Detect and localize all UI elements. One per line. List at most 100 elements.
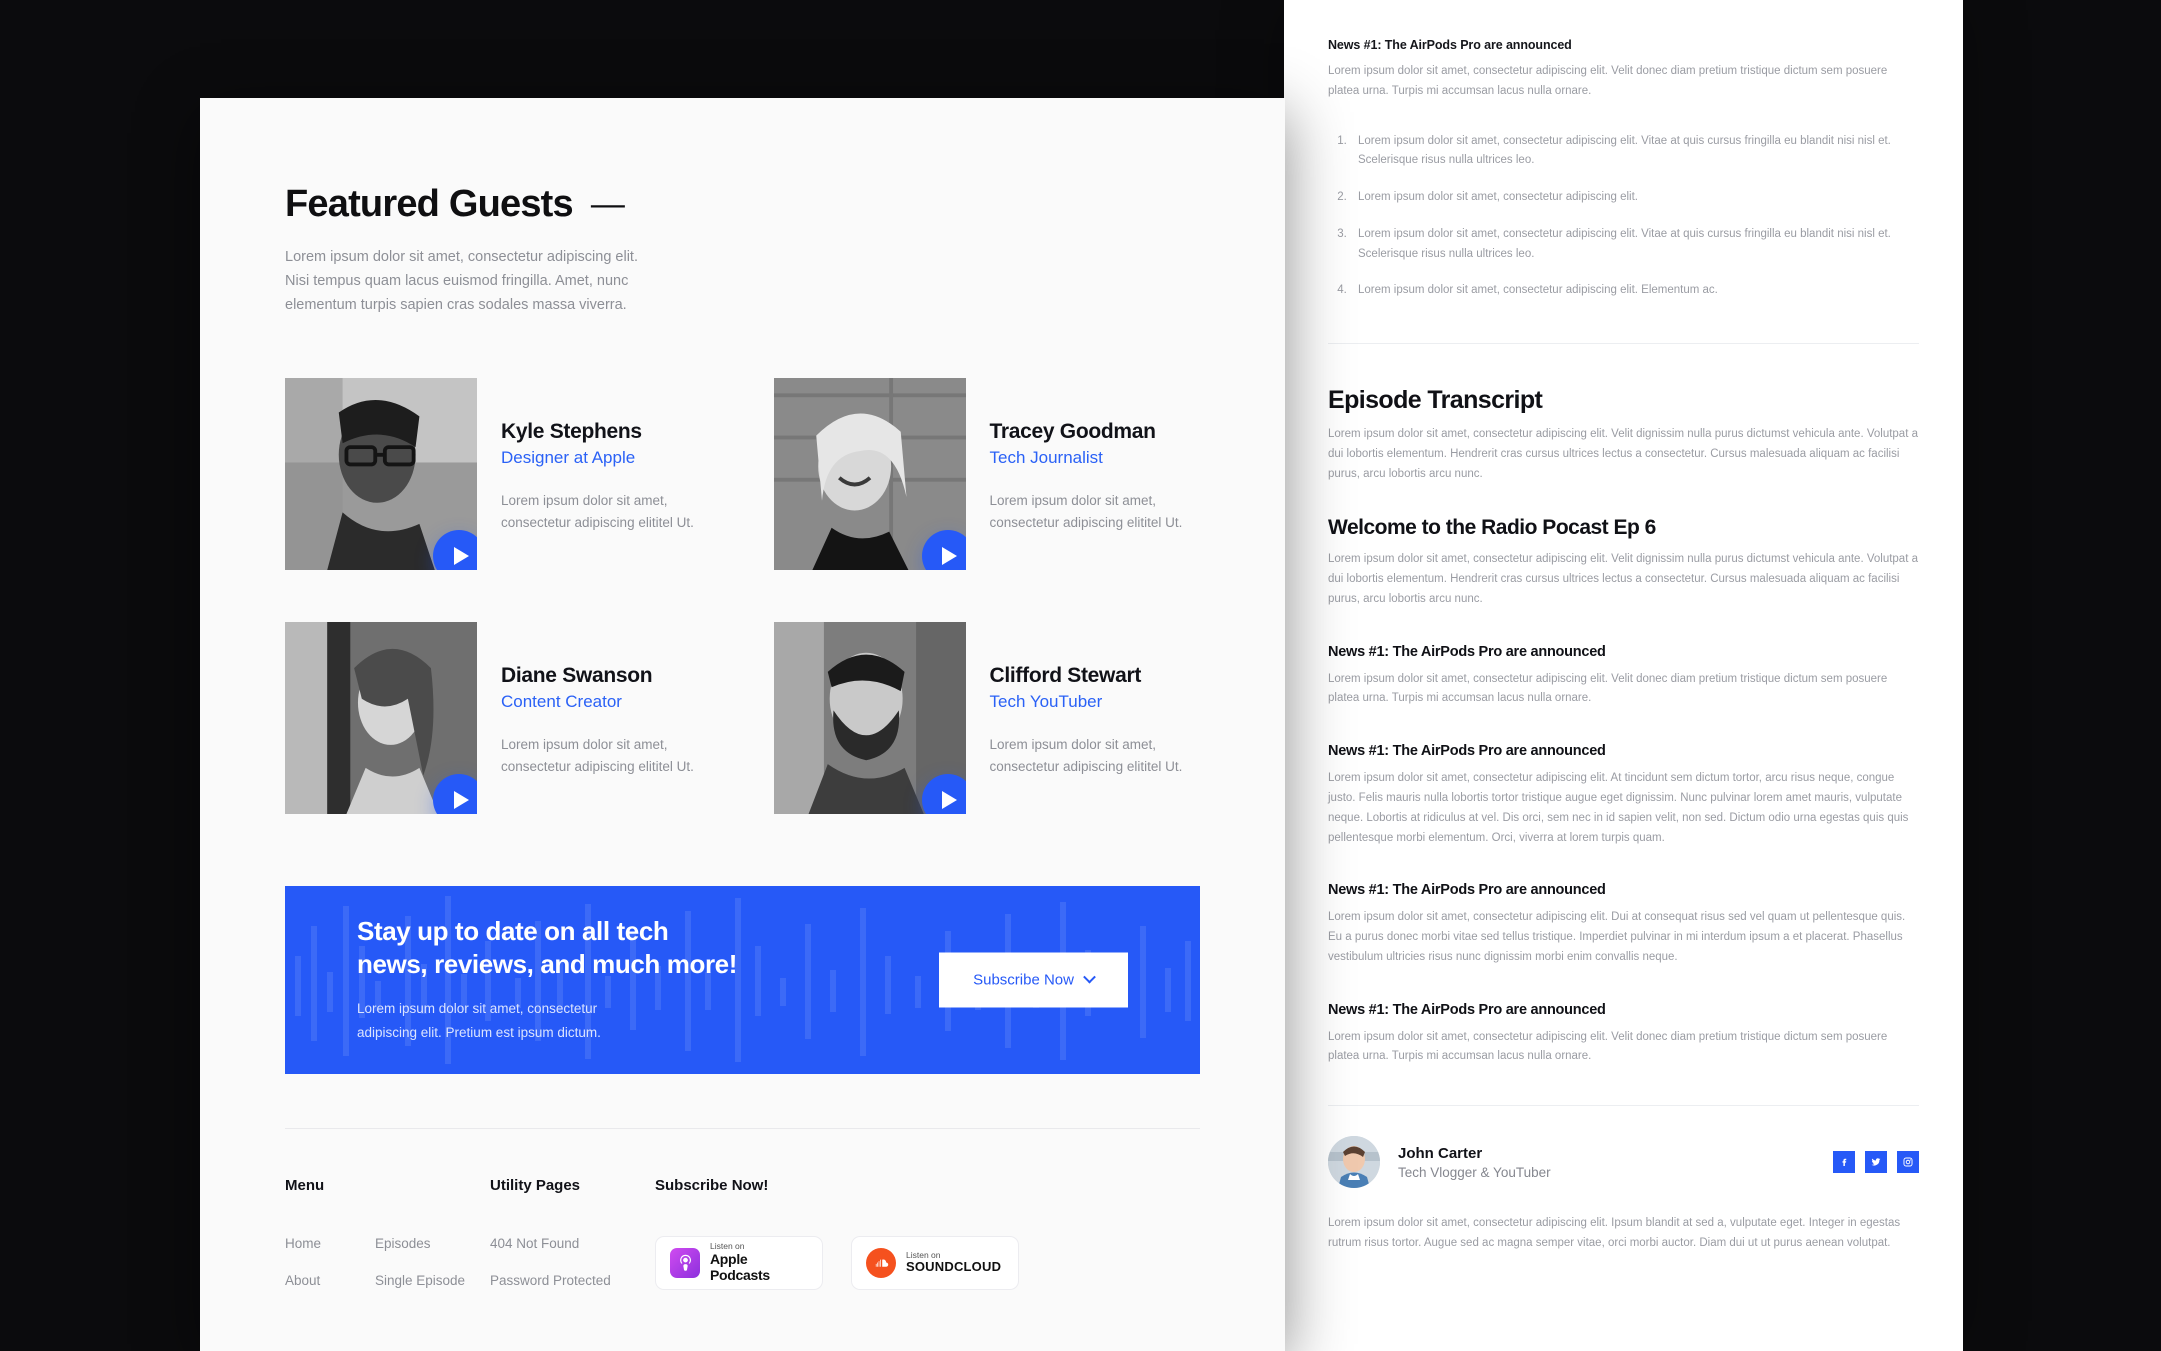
cta-title-line1: Stay up to date on all tech <box>357 915 669 946</box>
guest-name: Diane Swanson <box>501 663 653 687</box>
footer-column-subscribe: Subscribe Now! Listen on Apple Podcasts … <box>655 1177 1200 1290</box>
author-bio: Lorem ipsum dolor sit amet, consectetur … <box>1328 1217 1901 1249</box>
author-text: John Carter Tech Vlogger & YouTuber <box>1398 1145 1551 1180</box>
author-block: John Carter Tech Vlogger & YouTuber <box>1328 1136 1919 1189</box>
episode-transcript-panel: News #1: The AirPods Pro are announced L… <box>1284 0 1963 1351</box>
guest-card[interactable]: Tracey Goodman Tech Journalist Lorem ips… <box>773 377 1201 570</box>
dark-top-band <box>0 0 1066 110</box>
side-ordered-list: Lorem ipsum dolor sit amet, consectetur … <box>1328 132 1919 302</box>
guest-description: Lorem ipsum dolor sit amet, consectetur … <box>501 736 694 774</box>
footer-link-episodes[interactable]: Episodes <box>375 1236 465 1251</box>
welcome-body: Lorem ipsum dolor sit amet, consectetur … <box>1328 553 1918 605</box>
news4-body: Lorem ipsum dolor sit amet, consectetur … <box>1328 1030 1888 1063</box>
guest-card[interactable]: Kyle Stephens Designer at Apple Lorem ip… <box>285 377 712 570</box>
welcome-heading: Welcome to the Radio Pocast Ep 6 <box>1328 516 1656 540</box>
guest-card[interactable]: Diane Swanson Content Creator Lorem ipsu… <box>285 621 712 814</box>
episode-transcript-body: Lorem ipsum dolor sit amet, consectetur … <box>1328 428 1918 480</box>
instagram-icon[interactable] <box>1897 1151 1919 1174</box>
guest-photo <box>285 377 477 570</box>
play-icon <box>453 546 469 565</box>
guest-description: Lorem ipsum dolor sit amet, consectetur … <box>989 736 1183 774</box>
side-news-top-body: Lorem ipsum dolor sit amet, consectetur … <box>1328 65 1888 97</box>
news1-heading: News #1: The AirPods Pro are announced <box>1328 643 1606 660</box>
play-icon <box>942 790 957 809</box>
guest-photo <box>285 621 477 814</box>
apple-podcasts-name: Apple Podcasts <box>710 1251 770 1284</box>
list-item: Lorem ipsum dolor sit amet, consectetur … <box>1350 188 1919 208</box>
guest-role[interactable]: Designer at Apple <box>501 448 711 468</box>
cta-title: Stay up to date on all tech news, review… <box>357 915 737 982</box>
play-icon <box>453 790 469 809</box>
social-links <box>1833 1151 1919 1174</box>
guest-info: Clifford Stewart Tech YouTuber Lorem ips… <box>990 622 1200 814</box>
title-dash: — <box>590 185 625 223</box>
cta-text: Stay up to date on all tech news, review… <box>285 915 737 1045</box>
side-divider <box>1328 343 1919 345</box>
main-content-card: Featured Guests — Lorem ipsum dolor sit … <box>200 98 1285 1351</box>
apple-listen-on: Listen on <box>710 1241 745 1251</box>
footer-menu-heading: Menu <box>285 1176 325 1194</box>
guests-grid: Kyle Stephens Designer at Apple Lorem ip… <box>285 377 1201 814</box>
cta-title-line2: news, reviews, and much more! <box>357 949 737 980</box>
footer-subscribe-heading: Subscribe Now! <box>655 1176 769 1194</box>
guest-role[interactable]: Content Creator <box>501 692 711 712</box>
soundcloud-label: Listen on SOUNDCLOUD <box>906 1250 1002 1275</box>
cta-subtitle: Lorem ipsum dolor sit amet, consectetur … <box>357 1001 601 1041</box>
footer-link-single-episode[interactable]: Single Episode <box>375 1273 465 1288</box>
twitter-icon[interactable] <box>1865 1151 1887 1174</box>
apple-podcasts-button[interactable]: Listen on Apple Podcasts <box>655 1235 823 1290</box>
footer-link-404[interactable]: 404 Not Found <box>490 1236 655 1251</box>
news2-body: Lorem ipsum dolor sit amet, consectetur … <box>1328 772 1909 844</box>
guest-photo <box>773 377 966 570</box>
soundcloud-button[interactable]: Listen on SOUNDCLOUD <box>851 1235 1019 1290</box>
footer-link-password-protected[interactable]: Password Protected <box>490 1273 655 1288</box>
list-item: Lorem ipsum dolor sit amet, consectetur … <box>1350 281 1919 301</box>
guest-info: Tracey Goodman Tech Journalist Lorem ips… <box>990 378 1200 570</box>
apple-podcasts-icon <box>670 1247 700 1278</box>
guest-name: Tracey Goodman <box>989 419 1157 443</box>
news4-heading: News #1: The AirPods Pro are announced <box>1328 1001 1606 1018</box>
site-footer: Menu Home About Episodes Single Episode … <box>285 1129 1200 1290</box>
podcast-buttons: Listen on Apple Podcasts Listen on SOUND… <box>655 1235 1200 1290</box>
facebook-icon[interactable] <box>1833 1151 1855 1174</box>
news2-heading: News #1: The AirPods Pro are announced <box>1328 743 1606 760</box>
subscribe-now-label: Subscribe Now <box>973 971 1074 989</box>
news1-body: Lorem ipsum dolor sit amet, consectetur … <box>1328 672 1888 705</box>
guest-name: Kyle Stephens <box>501 419 642 443</box>
guest-description: Lorem ipsum dolor sit amet, consectetur … <box>501 492 694 530</box>
page-subtitle: Lorem ipsum dolor sit amet, consectetur … <box>285 249 638 313</box>
guest-card[interactable]: Clifford Stewart Tech YouTuber Lorem ips… <box>773 621 1201 814</box>
apple-podcasts-label: Listen on Apple Podcasts <box>710 1241 808 1284</box>
list-item: Lorem ipsum dolor sit amet, consectetur … <box>1350 225 1919 265</box>
guest-role[interactable]: Tech Journalist <box>990 448 1200 468</box>
guest-role[interactable]: Tech YouTuber <box>990 692 1200 712</box>
page-title-text: Featured Guests <box>285 183 574 225</box>
episode-transcript-title: Episode Transcript <box>1328 386 1543 415</box>
subscribe-cta-banner: Stay up to date on all tech news, review… <box>285 885 1200 1074</box>
side-news-top-heading: News #1: The AirPods Pro are announced <box>1328 38 1572 52</box>
guest-description: Lorem ipsum dolor sit amet, consectetur … <box>989 492 1183 530</box>
footer-link-home[interactable]: Home <box>285 1236 357 1251</box>
soundcloud-name: SOUNDCLOUD <box>906 1258 1002 1274</box>
subscribe-now-button[interactable]: Subscribe Now <box>939 952 1128 1008</box>
news3-heading: News #1: The AirPods Pro are announced <box>1328 882 1606 899</box>
footer-menu-links: Home About Episodes Single Episode <box>285 1236 490 1288</box>
guest-name: Clifford Stewart <box>989 663 1142 687</box>
featured-guests-header: Featured Guests — Lorem ipsum dolor sit … <box>285 98 1200 318</box>
author-name: John Carter <box>1398 1144 1483 1162</box>
author-divider <box>1328 1105 1919 1107</box>
footer-link-about[interactable]: About <box>285 1273 357 1288</box>
news3-body: Lorem ipsum dolor sit amet, consectetur … <box>1328 911 1906 963</box>
page-title: Featured Guests — <box>285 183 1200 226</box>
avatar <box>1328 1136 1380 1189</box>
list-item: Lorem ipsum dolor sit amet, consectetur … <box>1350 132 1919 172</box>
play-icon <box>942 546 957 565</box>
footer-column-menu: Menu Home About Episodes Single Episode <box>285 1177 490 1290</box>
footer-column-utility: Utility Pages 404 Not Found Password Pro… <box>490 1177 655 1290</box>
footer-utility-heading: Utility Pages <box>490 1176 581 1194</box>
chevron-down-icon <box>1083 970 1096 984</box>
guest-info: Kyle Stephens Designer at Apple Lorem ip… <box>501 378 711 570</box>
guest-photo <box>773 621 966 814</box>
author-role: Tech Vlogger & YouTuber <box>1398 1164 1551 1180</box>
soundcloud-icon <box>866 1247 896 1278</box>
